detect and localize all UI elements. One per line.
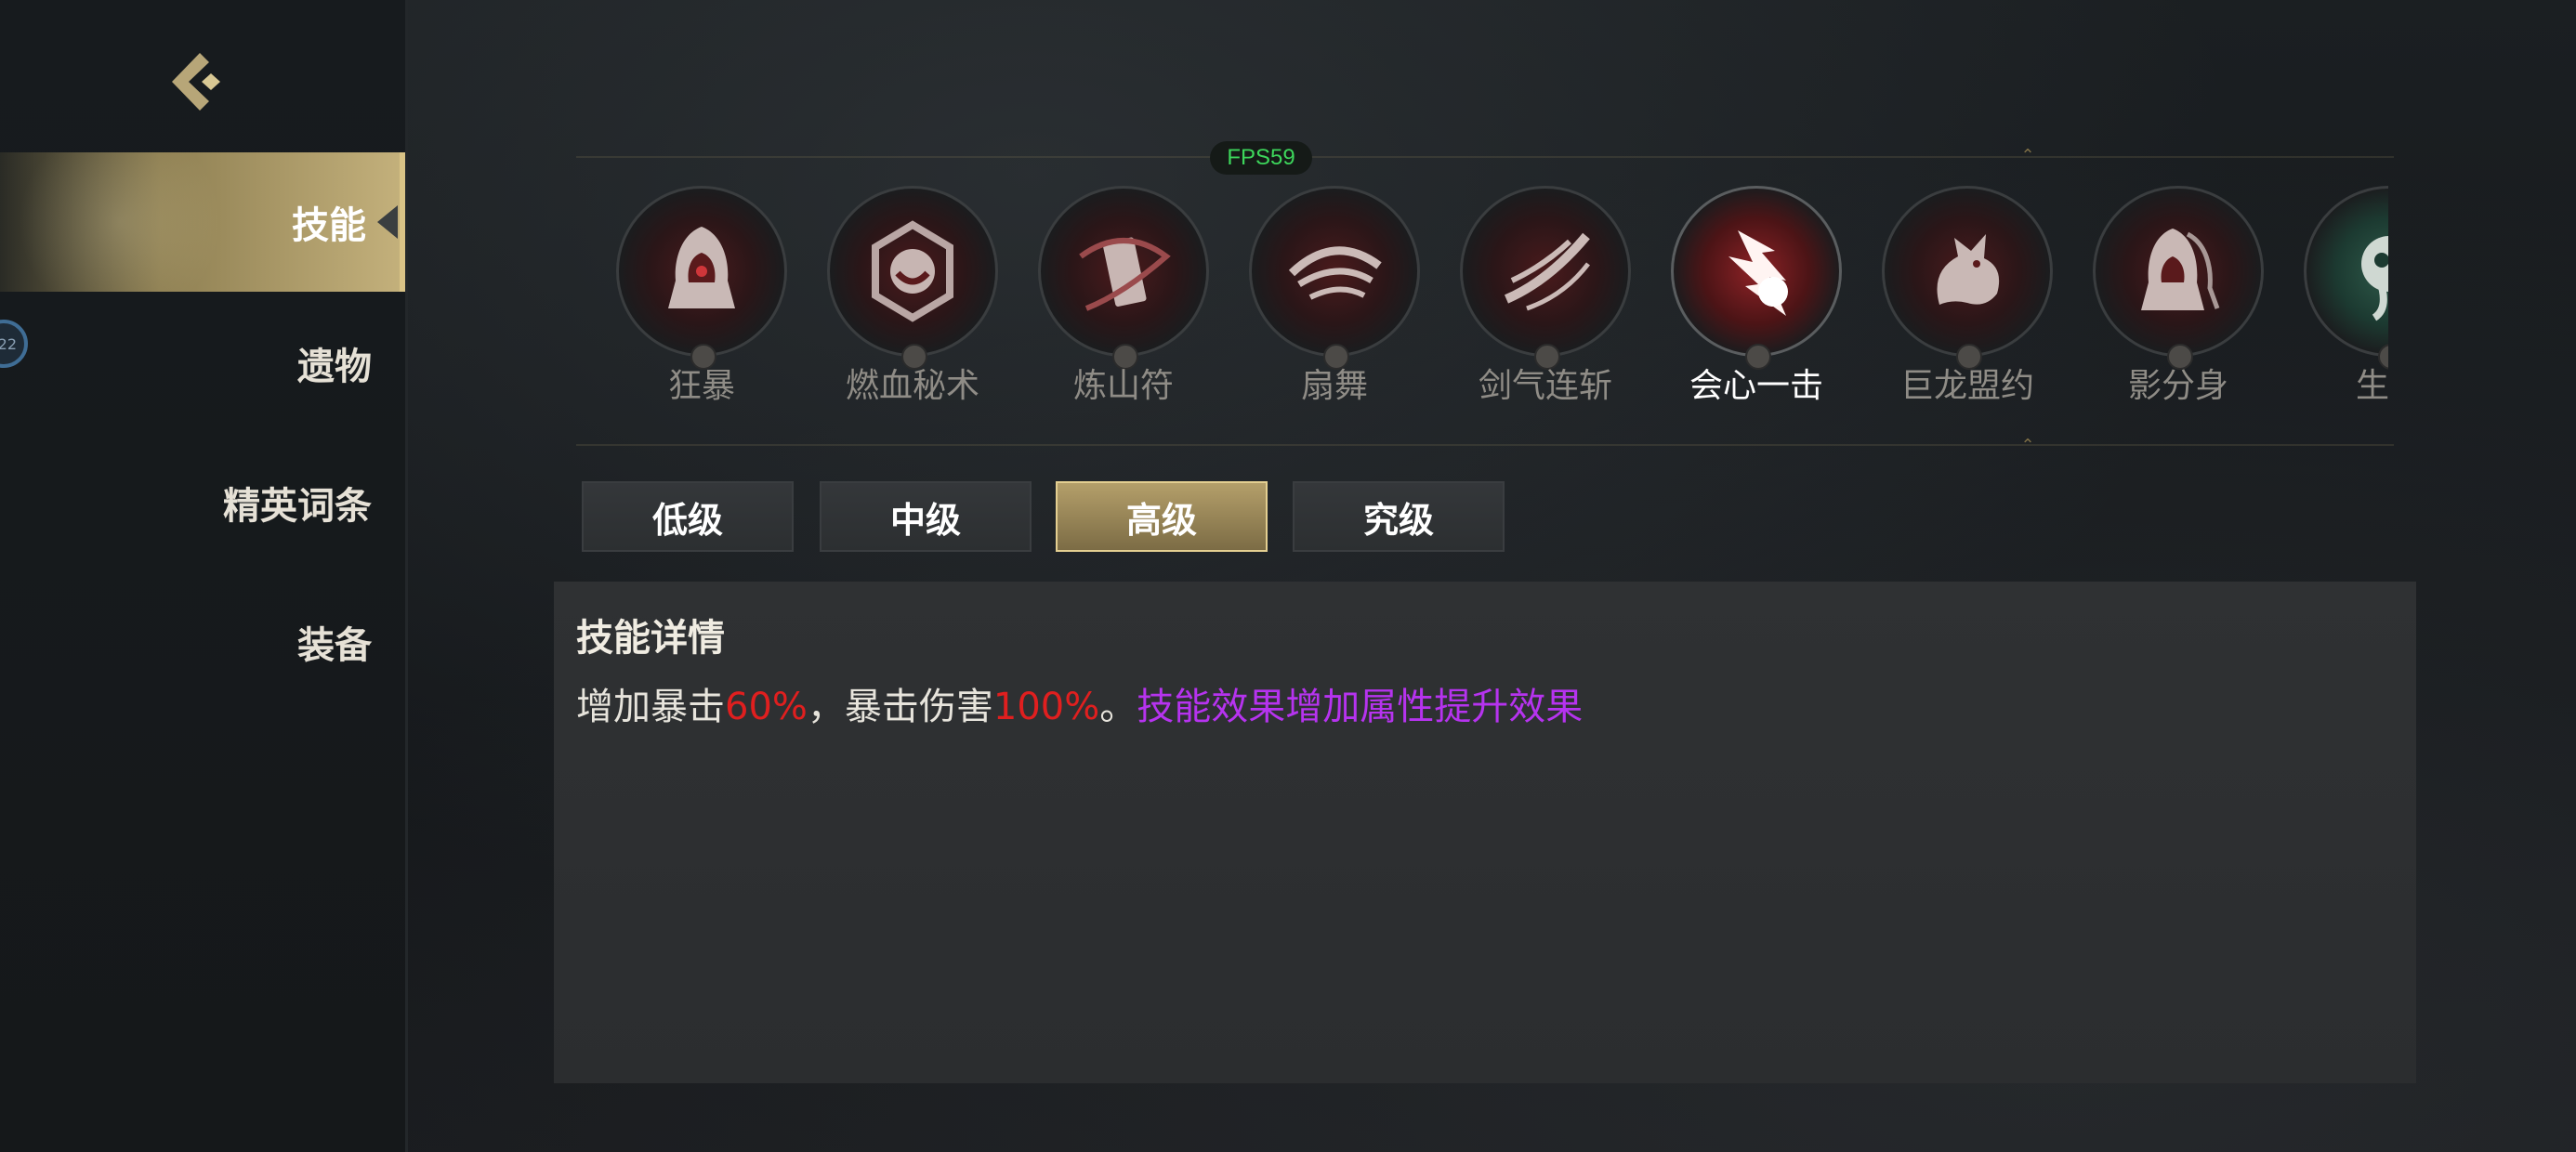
skill-screen: 技能 遗物 精英词条 装备 22 ⌃ ⌃ FPS59 狂暴 燃血秘术 炼山符 扇…	[0, 0, 2576, 1152]
skill-item-sword-slash[interactable]: 剑气连斩	[1452, 177, 1638, 418]
fps-counter: FPS59	[1210, 141, 1312, 175]
skill-item-blood-burning[interactable]: 燃血秘术	[820, 177, 1005, 418]
sidebar: 技能 遗物 精英词条 装备	[0, 0, 408, 1152]
bonus-effect-text: 技能效果增加属性提升效果	[1137, 686, 1584, 728]
sidebar-item-equipment[interactable]: 装备	[0, 572, 405, 712]
ornament-icon: ⌃	[2020, 146, 2035, 165]
talisman-icon	[1038, 186, 1209, 357]
sidebar-item-label: 技能	[292, 204, 366, 247]
sidebar-item-label: 精英词条	[223, 485, 372, 528]
detail-description: 增加暴击60%，暴击伤害100%。技能效果增加属性提升效果	[576, 676, 2394, 730]
life-icon	[2304, 186, 2388, 357]
sword-slash-icon	[1460, 186, 1631, 357]
sidebar-item-label: 装备	[297, 624, 372, 667]
skill-item-fan-dance[interactable]: 扇舞	[1242, 177, 1427, 418]
back-chevron-icon	[172, 53, 220, 111]
sidebar-item-label: 遗物	[297, 346, 372, 388]
detail-text-segment: 增加暴击	[576, 686, 725, 728]
skill-label: 狂暴	[667, 367, 735, 405]
hooded-figure-icon	[616, 186, 787, 357]
fan-dance-icon	[1249, 186, 1420, 357]
active-pointer-icon	[377, 205, 398, 239]
skill-label: 炼山符	[1072, 367, 1174, 405]
skill-item-life[interactable]: 生命	[2296, 177, 2388, 418]
skill-label: 燃血秘术	[845, 367, 979, 405]
tab-grade-ultimate[interactable]: 究级	[1293, 481, 1505, 552]
skill-label: 剑气连斩	[1478, 367, 1612, 405]
skill-item-berserk[interactable]: 狂暴	[609, 177, 795, 418]
tab-grade-mid[interactable]: 中级	[820, 481, 1032, 552]
skill-label: 扇舞	[1300, 367, 1368, 405]
skills-list[interactable]: 狂暴 燃血秘术 炼山符 扇舞 剑气连斩 会心一击 巨龙盟约 影分身 生	[595, 177, 2388, 427]
sidebar-item-relics[interactable]: 遗物	[0, 294, 405, 433]
detail-title: 技能详情	[576, 617, 725, 660]
avatar-text: 22	[0, 334, 17, 353]
critical-strike-icon	[1671, 186, 1842, 357]
detail-text-segment: 。	[1099, 686, 1137, 728]
crit-damage-value: 100%	[992, 686, 1100, 728]
skill-item-shadow-clone[interactable]: 影分身	[2085, 177, 2271, 418]
tab-grade-high[interactable]: 高级	[1056, 481, 1268, 552]
skill-label: 巨龙盟约	[1899, 367, 2034, 405]
back-button[interactable]	[158, 45, 232, 119]
crit-rate-value: 60%	[725, 686, 808, 728]
sidebar-item-skills[interactable]: 技能	[0, 152, 405, 292]
sidebar-item-elite-affixes[interactable]: 精英词条	[0, 433, 405, 572]
shadow-clone-icon	[2093, 186, 2264, 357]
skill-label: 影分身	[2127, 367, 2228, 405]
skill-item-critical-strike[interactable]: 会心一击	[1663, 177, 1849, 418]
ornament-icon: ⌃	[2020, 436, 2035, 455]
dragon-icon	[1882, 186, 2053, 357]
skill-item-mountain-talisman[interactable]: 炼山符	[1031, 177, 1216, 418]
tab-grade-low[interactable]: 低级	[582, 481, 794, 552]
detail-text-segment: ，暴击伤害	[807, 686, 993, 728]
skill-detail-panel: 技能详情 增加暴击60%，暴击伤害100%。技能效果增加属性提升效果	[554, 582, 2416, 1083]
blood-rune-icon	[827, 186, 998, 357]
skill-label: 会心一击	[1689, 367, 1823, 405]
skill-item-dragon-pact[interactable]: 巨龙盟约	[1874, 177, 2060, 418]
skill-label: 生命	[2355, 367, 2388, 405]
